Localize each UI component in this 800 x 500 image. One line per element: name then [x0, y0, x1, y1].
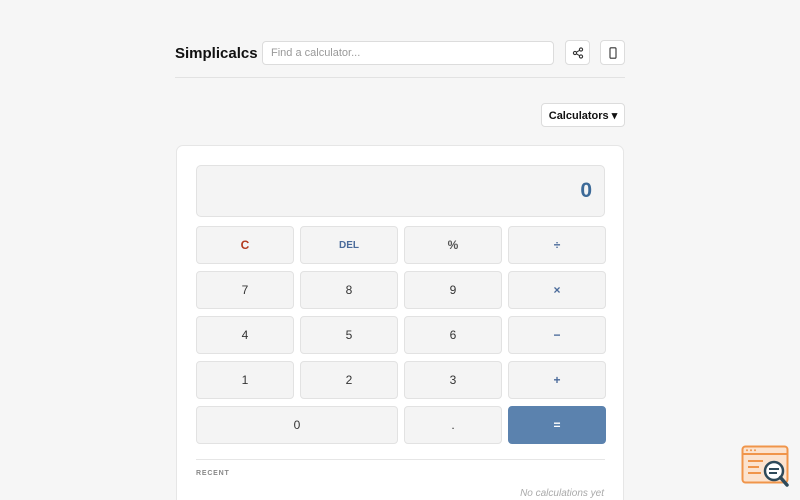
- multiply-key[interactable]: ×: [508, 271, 606, 309]
- delete-key[interactable]: DEL: [300, 226, 398, 264]
- digit-9-key[interactable]: 9: [404, 271, 502, 309]
- recent-divider: [196, 459, 605, 460]
- display-value: 0: [580, 179, 592, 202]
- calculator-display: 0: [196, 165, 605, 217]
- header: Simplicalcs: [175, 40, 625, 66]
- minus-key[interactable]: −: [508, 316, 606, 354]
- calculator-card: 0 C DEL % ÷ 7 8 9 × 4 5 6 − 1 2 3 + 0 . …: [176, 145, 624, 500]
- browser-search-icon: [741, 445, 789, 487]
- digit-7-key[interactable]: 7: [196, 271, 294, 309]
- digit-0-key[interactable]: 0: [196, 406, 398, 444]
- browser-search-widget[interactable]: [741, 445, 791, 489]
- page: Simplicalcs Calculators ▾ 0 C DEL % ÷ 7: [0, 0, 800, 500]
- recent-empty-message: No calculations yet: [520, 488, 604, 499]
- equals-key[interactable]: =: [508, 406, 606, 444]
- search-input[interactable]: [262, 41, 554, 65]
- recent-heading: RECENT: [196, 470, 230, 477]
- clear-key[interactable]: C: [196, 226, 294, 264]
- divide-key[interactable]: ÷: [508, 226, 606, 264]
- digit-1-key[interactable]: 1: [196, 361, 294, 399]
- digit-3-key[interactable]: 3: [404, 361, 502, 399]
- calculators-dropdown-button[interactable]: Calculators ▾: [541, 103, 625, 127]
- header-divider: [175, 77, 625, 78]
- plus-key[interactable]: +: [508, 361, 606, 399]
- mobile-icon: [608, 46, 617, 59]
- percent-key[interactable]: %: [404, 226, 502, 264]
- digit-8-key[interactable]: 8: [300, 271, 398, 309]
- digit-2-key[interactable]: 2: [300, 361, 398, 399]
- share-button[interactable]: [565, 40, 590, 65]
- brand-logo-text[interactable]: Simplicalcs: [175, 45, 262, 62]
- mobile-view-button[interactable]: [600, 40, 625, 65]
- digit-6-key[interactable]: 6: [404, 316, 502, 354]
- digit-5-key[interactable]: 5: [300, 316, 398, 354]
- digit-4-key[interactable]: 4: [196, 316, 294, 354]
- decimal-key[interactable]: .: [404, 406, 502, 444]
- share-icon: [572, 46, 583, 59]
